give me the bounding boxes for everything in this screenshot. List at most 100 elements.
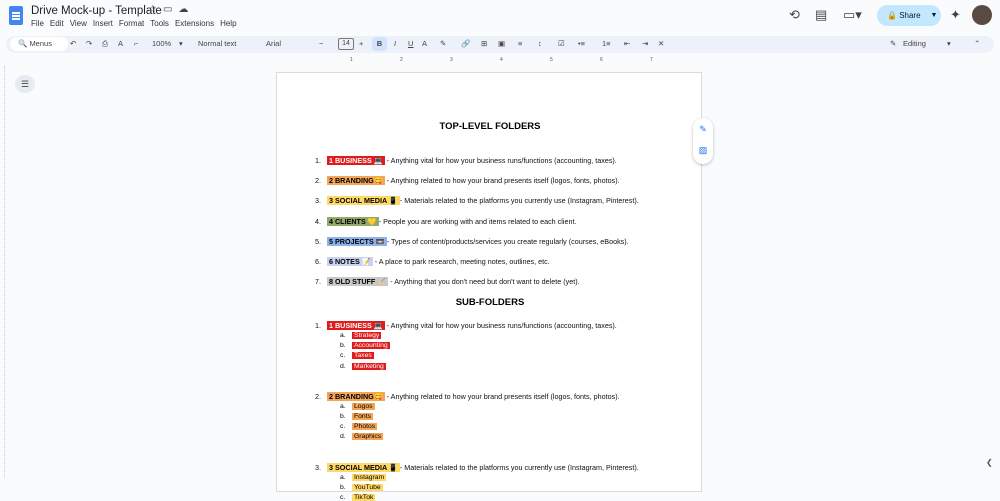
list-item[interactable]: 5. 5 PROJECTS 📼 - Types of content/product… <box>315 236 629 246</box>
comment-icon[interactable]: ⊞ <box>481 39 487 48</box>
move-folder-icon[interactable]: ▭ <box>163 4 178 15</box>
avatar[interactable] <box>972 5 992 25</box>
document-title[interactable]: Drive Mock-up - Template <box>31 5 162 17</box>
font-size-input[interactable]: 14 <box>338 38 354 50</box>
sub-folder-name: Instagram <box>352 473 387 481</box>
sub-list-item[interactable]: c. Taxes <box>340 352 374 360</box>
menu-item-extensions[interactable]: Extensions <box>175 19 214 28</box>
folder-tag: 6 NOTES 📝 <box>327 257 373 266</box>
font-select[interactable]: Arial <box>266 39 281 48</box>
increase-indent-icon[interactable]: ⇥ <box>642 39 648 48</box>
increase-font-icon[interactable]: + <box>359 39 363 48</box>
menu-item-tools[interactable]: Tools <box>150 19 169 28</box>
undo-icon[interactable]: ↶ <box>70 39 76 48</box>
cloud-status-icon[interactable]: ☁ <box>178 4 194 15</box>
sub-list-letter: b. <box>340 483 346 491</box>
text-color-icon[interactable]: A <box>422 39 427 48</box>
chevron-down-icon[interactable]: ▾ <box>179 39 183 48</box>
image-edit-icon[interactable]: ▨ <box>693 139 713 160</box>
list-item[interactable]: 3. 3 SOCIAL MEDIA 📱 - Materials related to… <box>315 462 639 472</box>
clear-formatting-icon[interactable]: ✕ <box>658 39 664 48</box>
decrease-indent-icon[interactable]: ⇤ <box>624 39 630 48</box>
comments-icon[interactable]: ▤ <box>815 7 827 23</box>
sub-list-item[interactable]: b. Fonts <box>340 413 373 420</box>
menus-search[interactable]: 🔍 Menus <box>10 37 68 51</box>
sub-list-item[interactable]: b. YouTube <box>340 483 383 491</box>
highlight-icon[interactable]: ✎ <box>440 39 446 48</box>
chevron-down-icon[interactable]: ▼ <box>931 12 938 19</box>
share-button[interactable]: 🔒 Share ▼ <box>877 5 941 26</box>
gemini-icon[interactable]: ✦ <box>950 7 961 23</box>
print-icon[interactable]: ⎙ <box>102 39 108 49</box>
vertical-ruler[interactable] <box>0 66 5 478</box>
list-number: 3. <box>315 462 321 472</box>
list-item[interactable]: 1. 1 BUSINESS 💻 - Anything vital for how … <box>315 321 617 330</box>
sub-folder-name: Accounting <box>352 342 390 350</box>
list-item[interactable]: 2. 2 BRANDING😋 - Anything related to how … <box>315 176 620 186</box>
star-icon[interactable]: ☆ <box>148 4 163 15</box>
menu-item-insert[interactable]: Insert <box>93 19 113 28</box>
menu-item-view[interactable]: View <box>70 19 87 28</box>
numbered-list-icon[interactable]: 1≡ <box>602 39 611 48</box>
history-icon[interactable]: ⟲ <box>789 7 800 23</box>
underline-button[interactable]: U <box>408 39 413 48</box>
bulleted-list-icon[interactable]: •≡ <box>578 39 585 48</box>
list-item[interactable]: 2. 2 BRANDING😋 - Anything related to how … <box>315 391 620 401</box>
style-select[interactable]: Normal text <box>198 39 236 48</box>
heading-top-level: TOP-LEVEL FOLDERS <box>439 121 541 132</box>
menus-label: Menus <box>29 39 52 48</box>
sub-folder-name: Strategy <box>352 332 382 339</box>
redo-icon[interactable]: ↷ <box>86 39 92 48</box>
sub-list-item[interactable]: a. Instagram <box>340 473 387 481</box>
line-spacing-icon[interactable]: ↕ <box>538 39 542 48</box>
list-item[interactable]: 1. 1 BUSINESS 💻 - Anything vital for how … <box>315 156 617 165</box>
sub-list-item[interactable]: d. Marketing <box>340 362 386 370</box>
image-icon[interactable]: ▣ <box>498 39 505 48</box>
checklist-icon[interactable]: ☑ <box>558 39 565 48</box>
sub-list-item[interactable]: c. Photos <box>340 423 378 431</box>
sub-list-item[interactable]: a. Logos <box>340 402 375 410</box>
ruler-label: 5 <box>550 57 553 63</box>
menu-item-file[interactable]: File <box>31 19 44 28</box>
docs-logo-icon[interactable] <box>9 6 23 25</box>
menu-item-edit[interactable]: Edit <box>50 19 64 28</box>
folder-description: - Anything related to how your brand pre… <box>384 176 620 186</box>
chevron-down-icon[interactable]: ▾ <box>947 39 951 48</box>
folder-description: - A place to park research, meeting note… <box>372 257 550 266</box>
decrease-font-icon[interactable]: − <box>319 39 323 48</box>
sub-folder-name: Logos <box>352 402 375 410</box>
outline-icon[interactable]: ☰ <box>15 75 35 93</box>
sub-list-item[interactable]: a. Strategy <box>340 332 382 339</box>
menu-item-help[interactable]: Help <box>220 19 236 28</box>
list-item[interactable]: 6. 6 NOTES 📝 - A place to park research, … <box>315 257 550 266</box>
list-item[interactable]: 3. 3 SOCIAL MEDIA 📱 - Materials related to… <box>315 196 639 206</box>
folder-description: - Anything that you don't need but don't… <box>388 277 580 287</box>
zoom-select[interactable]: 100% <box>152 39 171 48</box>
mode-select[interactable]: Editing <box>903 39 926 48</box>
sub-list-item[interactable]: d. Graphics <box>340 433 384 441</box>
sub-list-letter: c. <box>340 494 346 501</box>
sub-list-item[interactable]: b. Accounting <box>340 342 390 350</box>
spellcheck-icon[interactable]: A <box>118 39 123 48</box>
list-item[interactable]: 4. 4 CLIENTS 💛 - People you are working wi… <box>315 216 576 226</box>
italic-button[interactable]: I <box>394 39 396 48</box>
edit-icon[interactable]: ✎ <box>693 118 713 139</box>
sub-list-item[interactable]: c. TikTok <box>340 494 376 501</box>
paint-format-icon[interactable]: ⌐ <box>134 39 138 48</box>
menu-item-format[interactable]: Format <box>119 19 144 28</box>
link-icon[interactable]: 🔗 <box>461 39 470 48</box>
document-page[interactable]: TOP-LEVEL FOLDERS SUB-FOLDERS 1. 1 BUSINE… <box>276 72 702 501</box>
heading-sub-folders: SUB-FOLDERS <box>455 297 525 308</box>
meet-icon[interactable]: ▭▾ <box>843 7 862 23</box>
horizontal-ruler[interactable]: 1 2 3 4 5 6 7 <box>276 57 702 66</box>
folder-tag: 8 OLD STUFF 🧹 <box>327 277 389 287</box>
sub-folder-name: Fonts <box>352 413 373 420</box>
list-item[interactable]: 7. 8 OLD STUFF 🧹 - Anything that you don'… <box>315 277 580 287</box>
sub-list-letter: c. <box>340 423 346 431</box>
align-icon[interactable]: ≡ <box>518 39 522 48</box>
folder-tag: 4 CLIENTS 💛 <box>327 216 379 226</box>
ruler-label: 1 <box>350 57 353 63</box>
expand-icon[interactable]: ❮ <box>986 458 993 467</box>
collapse-toolbar-icon[interactable]: ⌃ <box>974 39 980 48</box>
bold-button[interactable]: B <box>372 37 387 51</box>
